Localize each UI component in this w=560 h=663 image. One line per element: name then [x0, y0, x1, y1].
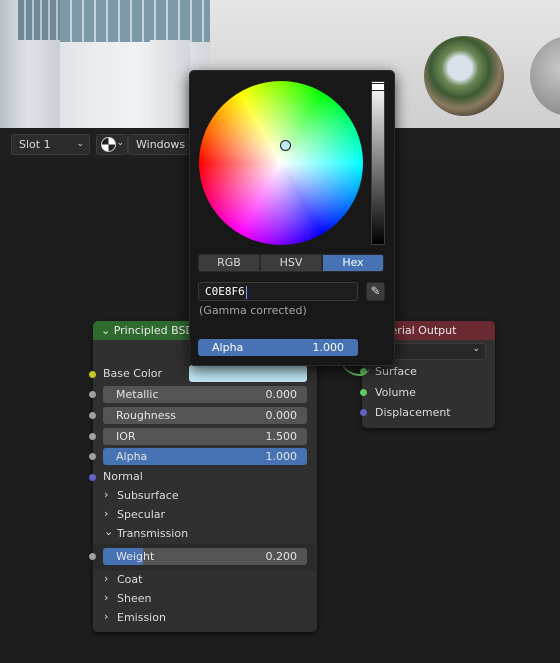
metallic-field[interactable]: Metallic 0.000 — [103, 386, 307, 403]
material-ball-icon — [101, 137, 116, 152]
panel-subsurface[interactable]: Subsurface — [117, 489, 179, 502]
normal-label: Normal — [103, 470, 143, 483]
value-slider[interactable] — [371, 81, 385, 245]
gamma-note: (Gamma corrected) — [199, 304, 307, 317]
slot-label: Slot 1 — [19, 138, 51, 151]
chevron-down-icon: ⌄ — [472, 344, 480, 354]
environment-sphere — [424, 36, 504, 116]
roughness-field[interactable]: Roughness 0.000 — [103, 407, 307, 424]
picker-alpha-field[interactable]: Alpha 1.000 — [198, 339, 358, 356]
chevron-down-icon[interactable]: ⌄ — [104, 525, 113, 538]
alpha-field[interactable]: Alpha 1.000 — [103, 448, 307, 465]
displacement-label: Displacement — [375, 406, 451, 419]
surface-socket[interactable] — [360, 368, 367, 375]
color-picker-popup[interactable]: RGB HSV Hex C0E8F6 ✎ (Gamma corrected) A… — [189, 70, 395, 366]
chevron-right-icon[interactable]: › — [104, 488, 108, 501]
ior-socket[interactable] — [89, 433, 96, 440]
displacement-socket[interactable] — [360, 409, 367, 416]
gray-sphere — [530, 36, 560, 116]
volume-label: Volume — [375, 386, 416, 399]
chevron-down-icon: ⌄ — [116, 138, 124, 148]
color-mode-tabs: RGB HSV Hex — [198, 254, 384, 272]
hex-value: C0E8F6 — [205, 285, 245, 298]
color-wheel[interactable] — [199, 81, 363, 245]
field-label: Alpha — [116, 450, 148, 463]
eyedropper-icon[interactable]: ✎ — [366, 282, 385, 301]
chevron-right-icon[interactable]: › — [104, 591, 108, 604]
tab-hsv[interactable]: HSV — [260, 254, 322, 272]
field-value: 0.000 — [265, 409, 298, 422]
field-value: 0.200 — [265, 550, 298, 563]
chevron-down-icon[interactable]: ⌄ — [101, 324, 110, 337]
text-caret — [245, 285, 247, 299]
panel-transmission[interactable]: Transmission — [117, 527, 188, 540]
roughness-socket[interactable] — [89, 412, 96, 419]
field-value: 1.500 — [265, 430, 298, 443]
panel-sheen[interactable]: Sheen — [117, 592, 151, 605]
chevron-down-icon: ⌄ — [76, 139, 84, 149]
chevron-right-icon[interactable]: › — [104, 610, 108, 623]
field-label: Weight — [116, 550, 155, 563]
metallic-socket[interactable] — [89, 391, 96, 398]
chevron-right-icon[interactable]: › — [104, 507, 108, 520]
panel-specular[interactable]: Specular — [117, 508, 165, 521]
field-label: Alpha — [212, 341, 244, 354]
surface-label: Surface — [375, 365, 417, 378]
field-value: 1.000 — [312, 341, 345, 354]
weight-socket[interactable] — [89, 553, 96, 560]
field-value: 0.000 — [265, 388, 298, 401]
material-name-field[interactable]: Windows — [128, 134, 192, 155]
normal-socket[interactable] — [89, 474, 96, 481]
material-browse-button[interactable]: ⌄ — [96, 134, 128, 155]
value-slider-handle[interactable] — [371, 83, 385, 91]
material-name: Windows — [136, 138, 186, 151]
field-label: Roughness — [116, 409, 177, 422]
base-color-swatch[interactable] — [189, 365, 307, 382]
ior-field[interactable]: IOR 1.500 — [103, 428, 307, 445]
base-color-socket[interactable] — [89, 371, 96, 378]
field-value: 1.000 — [265, 450, 298, 463]
color-wheel-cursor[interactable] — [280, 140, 291, 151]
building-front — [150, 40, 190, 128]
node-title: Principled BSDF — [113, 324, 201, 337]
field-label: IOR — [116, 430, 136, 443]
panel-emission[interactable]: Emission — [117, 611, 166, 624]
base-color-label: Base Color — [103, 367, 163, 380]
field-label: Metallic — [116, 388, 159, 401]
hex-input[interactable]: C0E8F6 — [198, 282, 358, 301]
volume-socket[interactable] — [360, 389, 367, 396]
chevron-right-icon[interactable]: › — [104, 572, 108, 585]
weight-field[interactable]: Weight 0.200 — [103, 548, 307, 565]
tab-rgb[interactable]: RGB — [198, 254, 260, 272]
alpha-socket[interactable] — [89, 453, 96, 460]
slot-dropdown[interactable]: Slot 1 ⌄ — [11, 134, 90, 155]
tab-hex[interactable]: Hex — [322, 254, 384, 272]
panel-coat[interactable]: Coat — [117, 573, 142, 586]
